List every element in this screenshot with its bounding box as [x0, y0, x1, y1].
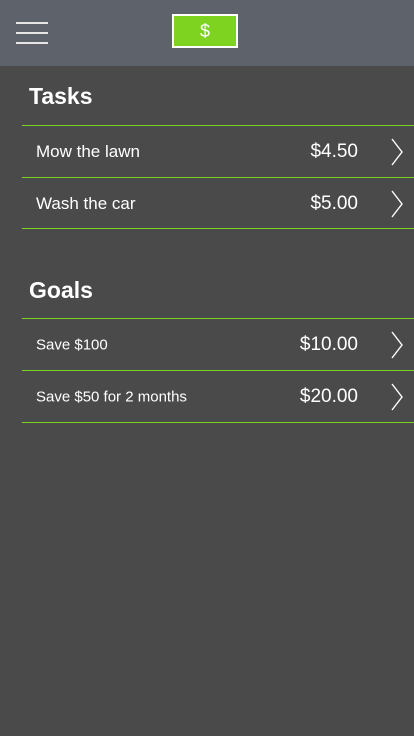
goal-label: Save $100 — [36, 336, 108, 353]
chevron-right-icon — [391, 383, 403, 410]
divider — [22, 228, 414, 229]
tasks-section-title: Tasks — [29, 83, 93, 109]
task-label: Mow the lawn — [36, 141, 140, 161]
menu-line — [16, 22, 48, 24]
goal-row[interactable]: Save $50 for 2 months $20.00 — [22, 371, 414, 422]
top-bar: $ — [0, 0, 414, 66]
goals-section-title: Goals — [29, 277, 93, 303]
menu-line — [16, 32, 48, 34]
task-amount: $4.50 — [310, 140, 358, 162]
chevron-right-icon — [391, 190, 403, 217]
dollar-icon: $ — [199, 20, 210, 41]
money-button[interactable]: $ — [172, 14, 238, 48]
chevron-right-icon — [391, 331, 403, 358]
task-label: Wash the car — [36, 193, 136, 213]
goal-row[interactable]: Save $100 $10.00 — [22, 319, 414, 370]
menu-line — [16, 42, 48, 44]
goal-amount: $10.00 — [299, 333, 358, 355]
task-row[interactable]: Mow the lawn $4.50 — [22, 126, 414, 177]
task-row[interactable]: Wash the car $5.00 — [22, 178, 414, 229]
chevron-right-icon — [391, 138, 403, 165]
goal-label: Save $50 for 2 months — [36, 388, 187, 405]
divider — [22, 422, 414, 423]
task-amount: $5.00 — [310, 192, 358, 214]
hamburger-menu-icon[interactable] — [16, 22, 48, 44]
goal-amount: $20.00 — [299, 385, 358, 407]
